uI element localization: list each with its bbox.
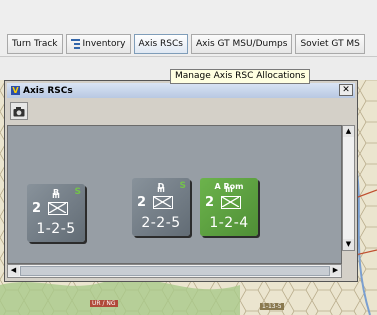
- counter-strength: 2-2-5: [141, 215, 181, 231]
- inventory-icon: [70, 39, 80, 49]
- tab-soviet-gt[interactable]: Soviet GT MS: [295, 34, 365, 54]
- counter-strength: 1-2-4: [209, 215, 249, 231]
- main-toolbar: Turn Track Inventory Axis RSCs Axis GT M…: [0, 0, 377, 57]
- map-unit-label: UR / NG: [90, 300, 118, 307]
- rsc-counter[interactable]: D III S 2 2-2-5: [132, 178, 190, 236]
- infantry-symbol-icon: [153, 196, 173, 209]
- tab-axis-gt-msu-dumps[interactable]: Axis GT MSU/Dumps: [190, 34, 293, 54]
- scroll-up-button[interactable]: ▲: [343, 126, 354, 137]
- scroll-thumb[interactable]: [20, 266, 330, 276]
- camera-button[interactable]: [10, 102, 28, 120]
- infantry-symbol-icon: [48, 202, 68, 215]
- counter-step-number: 2: [205, 195, 215, 210]
- counter-strength: 1-2-5: [36, 221, 76, 237]
- counter-step-number: 2: [137, 195, 147, 210]
- counter-unit-size: III: [225, 186, 233, 194]
- rsc-counter[interactable]: A Rom III 2 1-2-4: [200, 178, 258, 236]
- counter-step-number: 2: [32, 201, 42, 216]
- tab-label: Soviet GT MS: [300, 39, 360, 49]
- scroll-down-button[interactable]: ▼: [343, 239, 354, 250]
- window-titlebar[interactable]: V Axis RSCs ✕: [7, 83, 355, 98]
- tab-inventory[interactable]: Inventory: [65, 34, 131, 54]
- vertical-scrollbar[interactable]: ▲ ▼: [342, 125, 355, 251]
- tab-axis-rscs[interactable]: Axis RSCs: [133, 34, 188, 54]
- axis-rscs-window[interactable]: V Axis RSCs ✕ B III S 2 1-2-5 D III S 2 …: [4, 80, 358, 282]
- tab-label: Turn Track: [12, 39, 58, 49]
- window-title: Axis RSCs: [23, 85, 73, 96]
- rsc-counter-area[interactable]: B III S 2 1-2-5 D III S 2 2-2-5 A Rom II…: [7, 125, 342, 264]
- horizontal-scrollbar[interactable]: ◀ ▶: [7, 264, 342, 278]
- close-button[interactable]: ✕: [339, 84, 353, 96]
- counter-status: S: [179, 181, 186, 191]
- scroll-left-button[interactable]: ◀: [8, 265, 19, 276]
- window-toolbar: [7, 99, 355, 123]
- infantry-symbol-icon: [221, 196, 241, 209]
- scroll-right-button[interactable]: ▶: [330, 265, 341, 276]
- tab-label: Axis RSCs: [138, 39, 183, 49]
- tab-turn-track[interactable]: Turn Track: [7, 34, 63, 54]
- rsc-counter[interactable]: B III S 2 1-2-5: [27, 184, 85, 242]
- tooltip: Manage Axis RSC Allocations: [170, 69, 311, 84]
- app-logo-icon: V: [11, 86, 20, 95]
- tab-label: Inventory: [82, 39, 126, 49]
- counter-status: S: [74, 187, 81, 197]
- camera-icon: [13, 106, 25, 116]
- toolbar-tabs: Turn Track Inventory Axis RSCs Axis GT M…: [7, 34, 368, 54]
- map-unit-label: 1-13-5: [260, 303, 284, 310]
- tab-label: Axis GT MSU/Dumps: [195, 39, 288, 49]
